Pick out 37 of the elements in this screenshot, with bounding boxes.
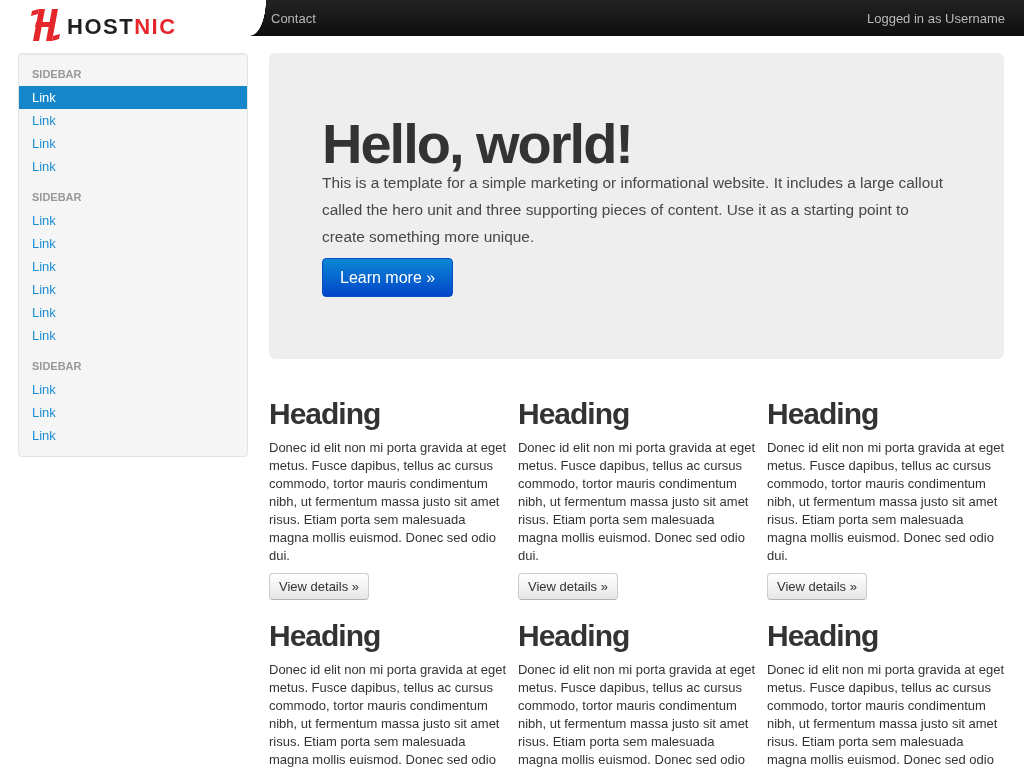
logo-icon (30, 8, 61, 42)
feature-heading: Heading (518, 618, 631, 654)
sidebar-header: SIDEBAR (31, 359, 83, 374)
sidebar-link[interactable]: Link (19, 278, 247, 301)
feature-text: Donec id elit non mi porta gravida at eget metus. Fusce dapibus, tellus ac cursus commodo, tortor mauris condimentum nibh, ut fermentum massa justo sit amet risus. Etiam porta sem malesuada magna mollis euismod. Donec sed odio (766, 661, 1005, 768)
sidebar-header: SIDEBAR (31, 67, 83, 82)
feature-text: Donec id elit non mi porta gravida at eget metus. Fusce dapibus, tellus ac cursus commodo, tortor mauris condimentum nibh, ut fermentum massa justo sit amet risus. Etiam porta sem malesuada magna mollis euismod. Donec sed odio (269, 661, 508, 768)
feature-text: Donec id elit non mi porta gravida at eget metus. Fusce dapibus, tellus ac cursus commodo, tortor mauris condimentum nibh, ut fermentum massa justo sit amet risus. Etiam porta sem malesuada magna mollis euismod. Donec sed odio dui. (269, 439, 508, 565)
sidebar-link[interactable]: Link (19, 255, 247, 278)
view-details-button[interactable]: View details » (269, 573, 369, 600)
feature-heading: Heading (766, 618, 880, 654)
feature-text: Donec id elit non mi porta gravida at eget metus. Fusce dapibus, tellus ac cursus commodo, tortor mauris condimentum nibh, ut fermentum massa justo sit amet risus. Etiam porta sem malesuada magna mollis euismod. Donec sed odio (518, 661, 756, 768)
feature-heading: Heading (518, 396, 631, 432)
hero-text: This is a template for a simple marketing or informational website. It includes a large callout called the hero unit and three supporting pieces of content. Use it as a starting point to create something more unique. (322, 173, 945, 247)
sidebar-link[interactable]: Link (19, 209, 247, 232)
sidebar-link[interactable]: Link (19, 424, 247, 447)
feature-heading: Heading (269, 618, 382, 654)
nav-link[interactable]: Contact (271, 10, 316, 26)
sidebar-link[interactable]: Link (19, 132, 247, 155)
sidebar-link[interactable]: Link (19, 324, 247, 347)
sidebar-link[interactable]: Link (19, 86, 247, 109)
sidebar-link[interactable]: Link (19, 401, 247, 424)
sidebar-link[interactable]: Link (19, 378, 247, 401)
feature-heading: Heading (269, 396, 382, 432)
sidebar-link[interactable]: Link (19, 155, 247, 178)
sidebar-link[interactable]: Link (19, 109, 247, 132)
brand-logo-text: HOSTNIC (67, 16, 177, 38)
view-details-button[interactable]: View details » (766, 573, 867, 600)
view-details-button[interactable]: View details » (518, 573, 618, 600)
feature-heading: Heading (766, 396, 880, 432)
learn-more-button[interactable]: Learn more » (322, 258, 454, 297)
sidebar-link[interactable]: Link (19, 301, 247, 324)
sidebar-header: SIDEBAR (31, 190, 83, 205)
login-status: Logged in as Username (866, 10, 1005, 26)
sidebar-link[interactable]: Link (19, 232, 247, 255)
feature-text: Donec id elit non mi porta gravida at eget metus. Fusce dapibus, tellus ac cursus commodo, tortor mauris condimentum nibh, ut fermentum massa justo sit amet risus. Etiam porta sem malesuada magna mollis euismod. Donec sed odio dui. (518, 439, 756, 565)
feature-text: Donec id elit non mi porta gravida at eget metus. Fusce dapibus, tellus ac cursus commodo, tortor mauris condimentum nibh, ut fermentum massa justo sit amet risus. Etiam porta sem malesuada magna mollis euismod. Donec sed odio dui. (766, 439, 1005, 565)
